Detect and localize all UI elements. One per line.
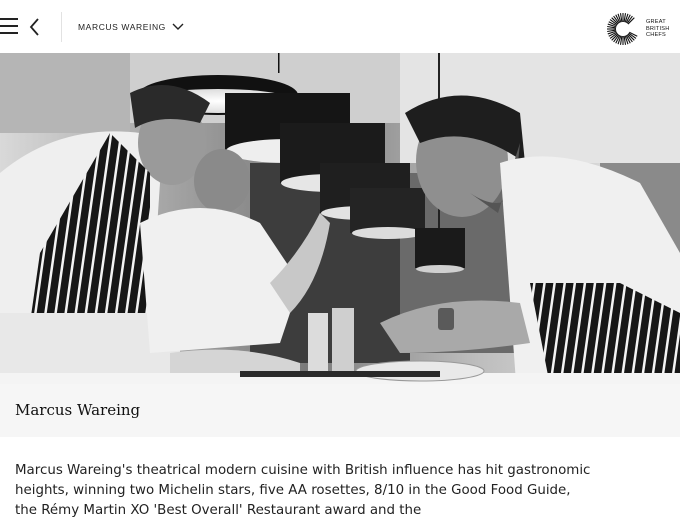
chef-description: Marcus Wareing's theatrical modern cuisi… [15,463,591,518]
section-dropdown[interactable]: MARCUS WAREING [78,18,184,36]
great-british-chefs-logo[interactable]: GREAT BRITISH CHEFS [606,12,676,46]
chevron-down-icon [172,23,184,30]
hamburger-menu-icon[interactable] [0,17,18,37]
top-bar: MARCUS WAREING GREAT BRITISH CHEFS [0,0,680,54]
sunburst-logo-icon [607,13,638,45]
back-chevron-icon[interactable] [28,16,42,38]
section-dropdown-label: MARCUS WAREING [78,22,166,32]
page-title: Marcus Wareing [15,401,141,419]
logo-text-line: CHEFS [646,32,666,39]
logo-text-line: GREAT [646,19,666,26]
hero-photo [0,53,680,437]
logo-text: GREAT BRITISH CHEFS [646,19,669,38]
header-divider [61,12,62,42]
